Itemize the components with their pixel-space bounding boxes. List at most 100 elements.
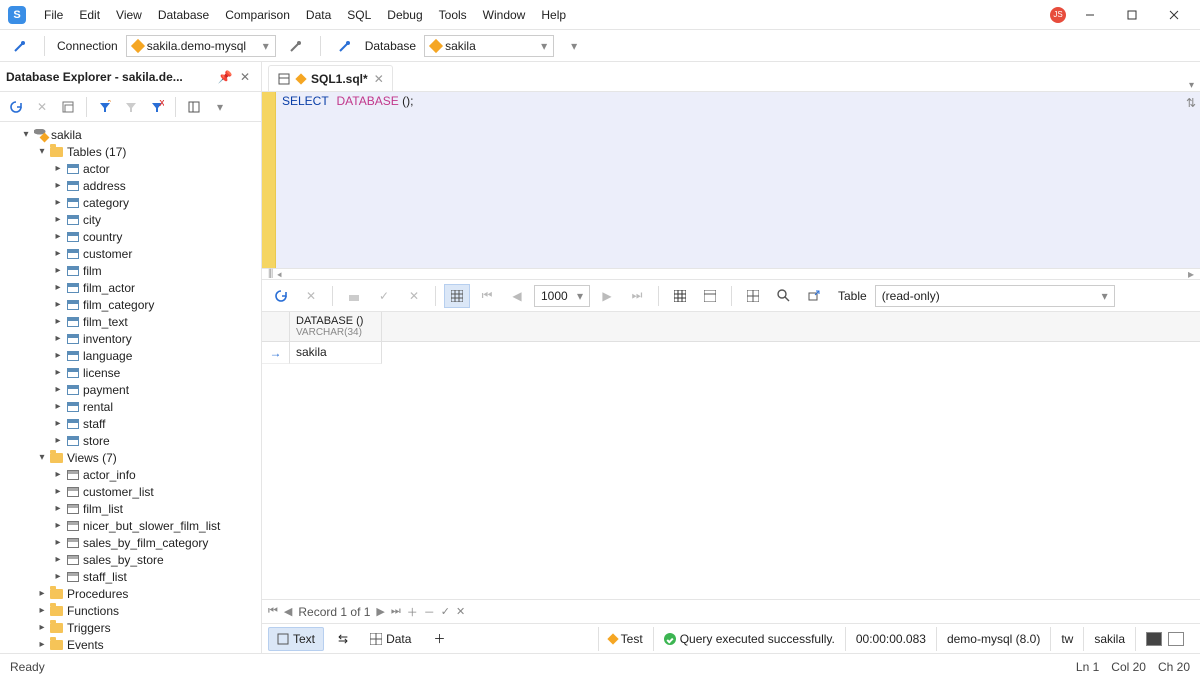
code-editor[interactable]: SELECT DATABASE (); ⇅ bbox=[262, 92, 1200, 268]
menu-help[interactable]: Help bbox=[533, 4, 574, 26]
connection-combo[interactable]: sakila.demo-mysql ▾ bbox=[126, 35, 276, 57]
more-icon[interactable]: ▾ bbox=[208, 95, 232, 119]
nav-apply-icon[interactable]: ✓ bbox=[441, 605, 450, 618]
tree-views-folder[interactable]: ▾Views (7) bbox=[0, 449, 261, 466]
tree-table-film_actor[interactable]: ▸film_actor bbox=[0, 279, 261, 296]
nav-next-icon[interactable]: ▶ bbox=[376, 605, 384, 618]
nav-remove-icon[interactable]: － bbox=[424, 604, 435, 620]
new-database-icon[interactable]: * bbox=[333, 34, 357, 58]
close-icon[interactable]: ✕ bbox=[235, 67, 255, 87]
connection-action-icon[interactable] bbox=[284, 34, 308, 58]
page-size-input[interactable]: 1000▾ bbox=[534, 285, 590, 307]
tab-add[interactable]: ＋ bbox=[425, 627, 453, 651]
delete-icon[interactable]: ✕ bbox=[30, 95, 54, 119]
filter-remove-icon[interactable]: x bbox=[145, 95, 169, 119]
tree-view-nicer_but_slower_film_list[interactable]: ▸nicer_but_slower_film_list bbox=[0, 517, 261, 534]
tree-table-actor[interactable]: ▸actor bbox=[0, 160, 261, 177]
tree-table-staff[interactable]: ▸staff bbox=[0, 415, 261, 432]
nav-first-icon[interactable]: ⏮ bbox=[268, 605, 278, 618]
tree-table-license[interactable]: ▸license bbox=[0, 364, 261, 381]
filter-add-icon[interactable]: * bbox=[93, 95, 117, 119]
tree-view-film_list[interactable]: ▸film_list bbox=[0, 500, 261, 517]
menu-database[interactable]: Database bbox=[150, 4, 217, 26]
tree-folder-events[interactable]: ▸Events bbox=[0, 636, 261, 653]
new-connection-icon[interactable]: * bbox=[8, 34, 32, 58]
nav-add-icon[interactable]: ＋ bbox=[407, 604, 418, 620]
tree-table-address[interactable]: ▸address bbox=[0, 177, 261, 194]
database-action-icon[interactable]: ▾ bbox=[562, 34, 586, 58]
tree-table-rental[interactable]: ▸rental bbox=[0, 398, 261, 415]
tab-overflow-icon[interactable]: ▾ bbox=[1189, 80, 1200, 91]
menu-tools[interactable]: Tools bbox=[431, 4, 475, 26]
menu-edit[interactable]: Edit bbox=[71, 4, 108, 26]
nav-last-icon[interactable]: ⏭ bbox=[391, 605, 401, 618]
tree-table-country[interactable]: ▸country bbox=[0, 228, 261, 245]
horizontal-splitter[interactable]: ⦀ ◂▸ bbox=[262, 268, 1200, 280]
search-icon[interactable] bbox=[770, 284, 796, 308]
window-minimize-button[interactable] bbox=[1072, 1, 1108, 29]
grid-view-icon[interactable] bbox=[444, 284, 470, 308]
menu-comparison[interactable]: Comparison bbox=[217, 4, 298, 26]
cell-value[interactable]: sakila bbox=[290, 342, 382, 364]
reject-icon[interactable]: ✕ bbox=[401, 284, 427, 308]
tab-swap[interactable]: ⇆ bbox=[330, 627, 356, 651]
tree-table-customer[interactable]: ▸customer bbox=[0, 245, 261, 262]
page-prev-icon[interactable]: ◀ bbox=[504, 284, 530, 308]
cancel-icon[interactable]: ✕ bbox=[298, 284, 324, 308]
menu-debug[interactable]: Debug bbox=[379, 4, 430, 26]
tree-table-language[interactable]: ▸language bbox=[0, 347, 261, 364]
card-mode-icon[interactable] bbox=[697, 284, 723, 308]
tree-table-film_text[interactable]: ▸film_text bbox=[0, 313, 261, 330]
tree-view-sales_by_film_category[interactable]: ▸sales_by_film_category bbox=[0, 534, 261, 551]
tree-table-payment[interactable]: ▸payment bbox=[0, 381, 261, 398]
nav-prev-icon[interactable]: ◀ bbox=[284, 605, 292, 618]
notification-badge-icon[interactable]: JS bbox=[1050, 7, 1066, 23]
page-next-icon[interactable]: ▶ bbox=[594, 284, 620, 308]
menu-window[interactable]: Window bbox=[475, 4, 534, 26]
tab-sql1[interactable]: SQL1.sql* ✕ bbox=[268, 65, 393, 91]
tree-folder-procedures[interactable]: ▸Procedures bbox=[0, 585, 261, 602]
pin-icon[interactable]: 📌 bbox=[215, 67, 235, 87]
page-last-icon[interactable]: ⏭ bbox=[624, 284, 650, 308]
tree-view-customer_list[interactable]: ▸customer_list bbox=[0, 483, 261, 500]
tree-folder-functions[interactable]: ▸Functions bbox=[0, 602, 261, 619]
tree-view-sales_by_store[interactable]: ▸sales_by_store bbox=[0, 551, 261, 568]
menu-view[interactable]: View bbox=[108, 4, 150, 26]
layout-icon[interactable] bbox=[182, 95, 206, 119]
refresh-icon[interactable] bbox=[4, 95, 28, 119]
menu-data[interactable]: Data bbox=[298, 4, 339, 26]
layout-toggle[interactable] bbox=[1135, 627, 1194, 651]
nav-cancel-icon[interactable]: ✕ bbox=[456, 605, 465, 618]
menu-sql[interactable]: SQL bbox=[339, 4, 379, 26]
tree-table-store[interactable]: ▸store bbox=[0, 432, 261, 449]
tree-table-inventory[interactable]: ▸inventory bbox=[0, 330, 261, 347]
menu-file[interactable]: File bbox=[36, 4, 71, 26]
tree-view-actor_info[interactable]: ▸actor_info bbox=[0, 466, 261, 483]
pivot-icon[interactable] bbox=[740, 284, 766, 308]
page-first-icon[interactable]: ⏮ bbox=[474, 284, 500, 308]
tree-tables-folder[interactable]: ▾Tables (17) bbox=[0, 143, 261, 160]
export-icon[interactable] bbox=[800, 284, 826, 308]
tree-view-staff_list[interactable]: ▸staff_list bbox=[0, 568, 261, 585]
column-header[interactable]: DATABASE () VARCHAR(34) bbox=[290, 312, 382, 341]
commit-icon[interactable] bbox=[341, 284, 367, 308]
window-maximize-button[interactable] bbox=[1114, 1, 1150, 29]
grid-mode-icon[interactable] bbox=[667, 284, 693, 308]
tab-data[interactable]: Data bbox=[362, 627, 419, 651]
table-row[interactable]: → sakila bbox=[262, 342, 1200, 364]
tab-text[interactable]: Text bbox=[268, 627, 324, 651]
window-icon[interactable] bbox=[56, 95, 80, 119]
window-close-button[interactable] bbox=[1156, 1, 1192, 29]
apply-icon[interactable]: ✓ bbox=[371, 284, 397, 308]
editor-options-icon[interactable]: ⇅ bbox=[1186, 96, 1196, 110]
tree-folder-triggers[interactable]: ▸Triggers bbox=[0, 619, 261, 636]
explorer-tree[interactable]: ▾sakila▾Tables (17)▸actor▸address▸catego… bbox=[0, 122, 261, 653]
tree-table-film_category[interactable]: ▸film_category bbox=[0, 296, 261, 313]
tree-database[interactable]: ▾sakila bbox=[0, 126, 261, 143]
filter-icon[interactable] bbox=[119, 95, 143, 119]
tab-close-icon[interactable]: ✕ bbox=[374, 72, 384, 86]
refresh-icon[interactable] bbox=[268, 284, 294, 308]
results-grid-body[interactable]: → sakila bbox=[262, 342, 1200, 599]
tree-table-category[interactable]: ▸category bbox=[0, 194, 261, 211]
database-combo[interactable]: sakila ▾ bbox=[424, 35, 554, 57]
